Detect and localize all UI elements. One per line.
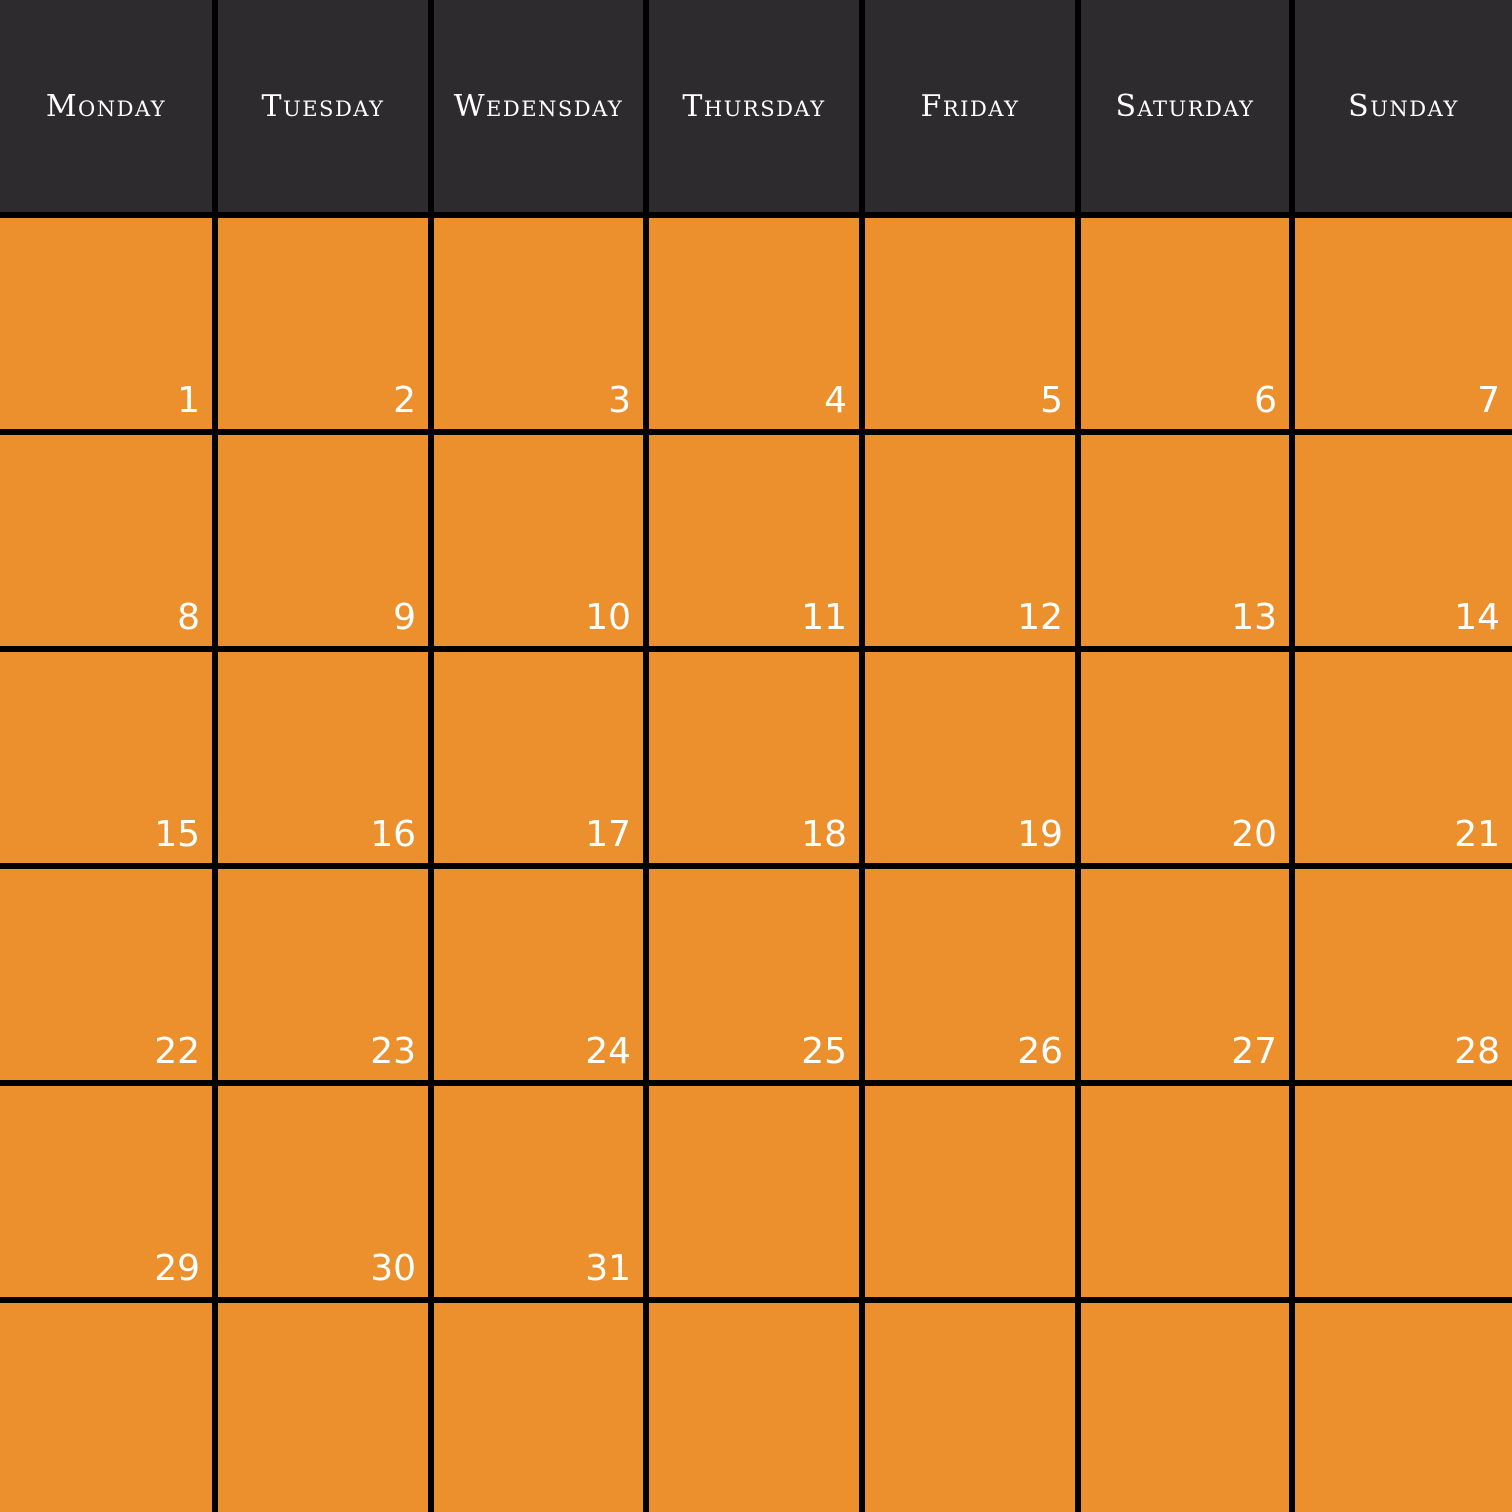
day-number: 30 [370,1248,416,1289]
day-cell[interactable]: 24 [434,869,643,1080]
weekday-label: Wedensday [453,88,624,124]
day-cell[interactable]: 16 [218,652,428,863]
day-number: 21 [1454,814,1500,855]
day-cell-empty[interactable] [0,1303,212,1512]
day-cell-empty[interactable] [865,1303,1075,1512]
day-cell[interactable]: 6 [1081,218,1289,429]
day-cell[interactable]: 1 [0,218,212,429]
day-number: 19 [1017,814,1063,855]
day-number: 13 [1231,597,1277,638]
day-cell-empty[interactable] [649,1303,859,1512]
day-number: 10 [585,597,631,638]
day-cell[interactable]: 23 [218,869,428,1080]
day-number: 15 [154,814,200,855]
day-number: 25 [801,1031,847,1072]
day-cell[interactable]: 17 [434,652,643,863]
day-number: 18 [801,814,847,855]
day-cell[interactable]: 10 [434,435,643,646]
day-number: 8 [177,597,200,638]
calendar-grid: Monday Tuesday Wedensday Thursday Friday… [0,0,1512,1512]
day-number: 7 [1477,380,1500,421]
weekday-label: Sunday [1348,88,1459,124]
day-cell-empty[interactable] [865,1086,1075,1297]
day-number: 28 [1454,1031,1500,1072]
weekday-header-thursday: Thursday [649,0,859,212]
day-cell[interactable]: 27 [1081,869,1289,1080]
day-number: 3 [608,380,631,421]
day-number: 5 [1040,380,1063,421]
day-number: 20 [1231,814,1277,855]
weekday-label: Thursday [682,88,826,124]
day-cell[interactable]: 9 [218,435,428,646]
day-cell[interactable]: 31 [434,1086,643,1297]
weekday-label: Tuesday [261,88,385,124]
day-cell[interactable]: 3 [434,218,643,429]
weekday-header-tuesday: Tuesday [218,0,428,212]
day-cell[interactable]: 19 [865,652,1075,863]
day-number: 14 [1454,597,1500,638]
day-cell[interactable]: 13 [1081,435,1289,646]
day-cell-empty[interactable] [434,1303,643,1512]
day-number: 12 [1017,597,1063,638]
day-cell-empty[interactable] [1295,1303,1512,1512]
day-number: 9 [393,597,416,638]
day-number: 31 [585,1248,631,1289]
day-number: 4 [824,380,847,421]
day-cell-empty[interactable] [1081,1303,1289,1512]
day-cell[interactable]: 15 [0,652,212,863]
day-number: 2 [393,380,416,421]
weekday-header-monday: Monday [0,0,212,212]
weekday-label: Saturday [1115,88,1255,124]
day-cell[interactable]: 14 [1295,435,1512,646]
day-cell[interactable]: 29 [0,1086,212,1297]
day-number: 6 [1254,380,1277,421]
day-cell[interactable]: 2 [218,218,428,429]
day-cell-empty[interactable] [1081,1086,1289,1297]
day-number: 1 [177,380,200,421]
day-number: 26 [1017,1031,1063,1072]
day-cell-empty[interactable] [218,1303,428,1512]
weekday-header-wednesday: Wedensday [434,0,643,212]
day-cell[interactable]: 4 [649,218,859,429]
day-number: 24 [585,1031,631,1072]
day-number: 22 [154,1031,200,1072]
day-cell[interactable]: 22 [0,869,212,1080]
day-number: 23 [370,1031,416,1072]
day-number: 11 [801,597,847,638]
weekday-header-friday: Friday [865,0,1075,212]
day-cell-empty[interactable] [1295,1086,1512,1297]
weekday-label: Monday [45,88,167,124]
day-cell[interactable]: 7 [1295,218,1512,429]
day-cell[interactable]: 12 [865,435,1075,646]
day-number: 17 [585,814,631,855]
day-number: 29 [154,1248,200,1289]
day-number: 27 [1231,1031,1277,1072]
day-number: 16 [370,814,416,855]
weekday-header-sunday: Sunday [1295,0,1512,212]
day-cell[interactable]: 5 [865,218,1075,429]
day-cell[interactable]: 18 [649,652,859,863]
day-cell[interactable]: 30 [218,1086,428,1297]
day-cell[interactable]: 21 [1295,652,1512,863]
weekday-label: Friday [920,88,1020,124]
day-cell[interactable]: 28 [1295,869,1512,1080]
day-cell[interactable]: 8 [0,435,212,646]
day-cell[interactable]: 25 [649,869,859,1080]
day-cell[interactable]: 26 [865,869,1075,1080]
day-cell[interactable]: 11 [649,435,859,646]
day-cell-empty[interactable] [649,1086,859,1297]
day-cell[interactable]: 20 [1081,652,1289,863]
weekday-header-saturday: Saturday [1081,0,1289,212]
